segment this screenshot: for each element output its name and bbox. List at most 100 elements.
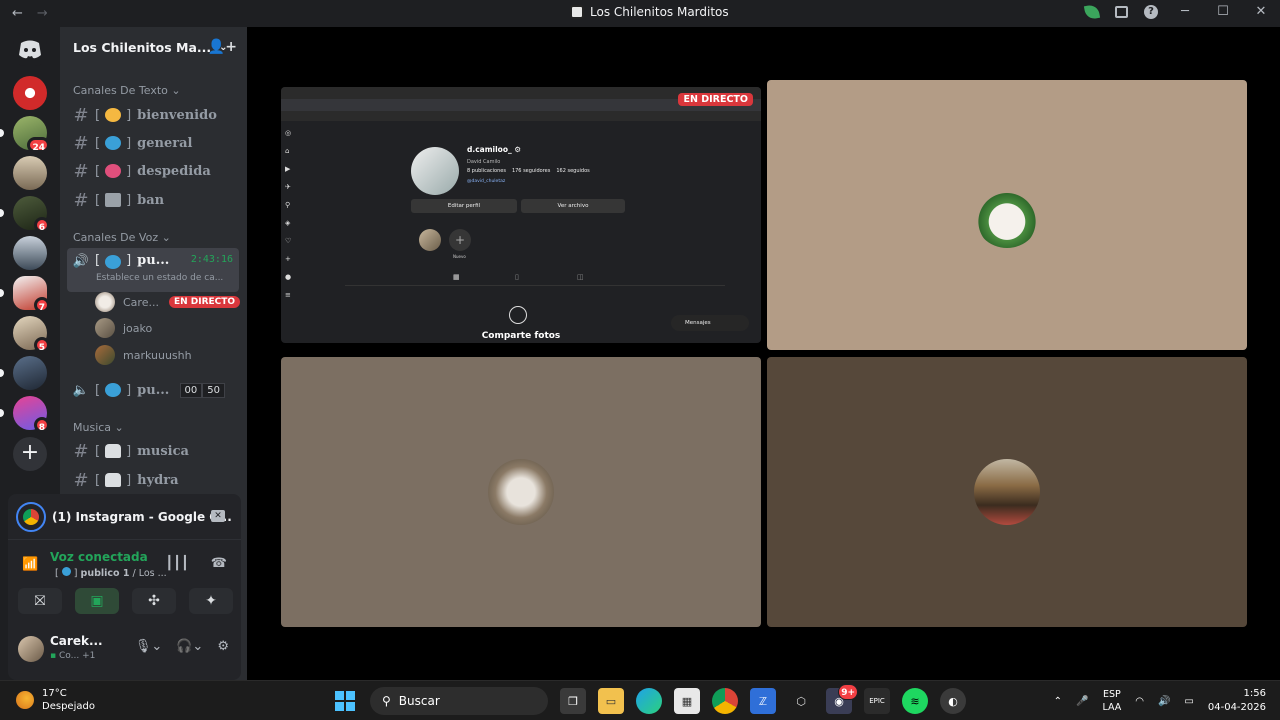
chrome-icon[interactable] bbox=[712, 688, 738, 714]
speaker-icon: 🔈 bbox=[72, 382, 90, 398]
channel-bienvenido[interactable]: # [] bienvenido bbox=[67, 101, 239, 129]
channel-hydra[interactable]: # [] hydra bbox=[67, 466, 239, 494]
weather-status: Despejado bbox=[42, 701, 95, 712]
guild-header[interactable]: Los Chilenitos Ma... ⌄ 👤+ bbox=[60, 27, 247, 67]
voice-user[interactable]: markuuushh bbox=[95, 344, 192, 366]
maximize-button[interactable]: ☐ bbox=[1212, 4, 1234, 19]
voice-user[interactable]: Care... EN DIRECTO bbox=[95, 291, 241, 313]
soundboard-button[interactable]: ✦ bbox=[189, 588, 233, 614]
server-icon-5[interactable] bbox=[13, 236, 47, 270]
volume-icon[interactable]: 🔊 bbox=[1158, 696, 1170, 707]
channel-general[interactable]: # [] general bbox=[67, 129, 239, 157]
discord-icon[interactable]: ◉ 9+ bbox=[826, 684, 858, 714]
weather-widget[interactable]: 17°C Despejado bbox=[16, 687, 95, 713]
inbox-icon[interactable] bbox=[1115, 5, 1128, 18]
participant-avatar bbox=[974, 182, 1040, 248]
avatar[interactable] bbox=[18, 636, 44, 662]
signal-icon[interactable]: 📶 bbox=[22, 557, 38, 572]
category-text[interactable]: Canales De Texto ⌄ bbox=[73, 84, 181, 97]
search-icon: ⚲ bbox=[382, 694, 391, 708]
guild-name: Los Chilenitos Ma... bbox=[73, 39, 212, 55]
server-icon-1[interactable] bbox=[13, 76, 47, 110]
channel-musica[interactable]: # [] musica bbox=[67, 437, 239, 465]
server-icon-4[interactable]: 6 bbox=[13, 196, 50, 233]
camera-off-button[interactable]: ⛝ bbox=[18, 588, 62, 614]
edge-icon[interactable] bbox=[636, 688, 662, 714]
chrome-icon bbox=[16, 501, 46, 532]
unity-icon[interactable]: ⬡ bbox=[788, 688, 814, 714]
forward-button[interactable]: → bbox=[37, 6, 48, 21]
minimize-button[interactable]: ─ bbox=[1174, 4, 1196, 19]
heart-icon: ♡ bbox=[285, 237, 292, 245]
obs-icon[interactable]: ◐ bbox=[940, 688, 966, 714]
language-indicator[interactable]: ESP LAA bbox=[1102, 688, 1121, 714]
back-button[interactable]: ← bbox=[12, 6, 23, 21]
channel-ban[interactable]: # [] ban bbox=[67, 186, 239, 214]
settings-gear-icon[interactable]: ⚙ bbox=[217, 639, 229, 654]
file-explorer-icon[interactable]: ▭ bbox=[598, 688, 624, 714]
server-badge: 8 bbox=[33, 417, 50, 433]
participant-avatar bbox=[488, 459, 554, 525]
menu-icon: ≡ bbox=[285, 291, 291, 299]
epic-games-icon[interactable]: EPIC bbox=[864, 688, 890, 714]
voice-user-name: joako bbox=[123, 321, 153, 335]
stream-preview[interactable]: (1) Instagram - Google C... ✕ bbox=[8, 494, 241, 540]
activities-button[interactable]: ✣ bbox=[132, 588, 176, 614]
store-icon[interactable]: ▦ bbox=[674, 688, 700, 714]
server-icon-6[interactable]: 7 bbox=[13, 276, 50, 313]
user-name[interactable]: Carek... bbox=[50, 634, 103, 648]
screen-share-button[interactable]: ▣ bbox=[75, 588, 119, 614]
bracket: ] bbox=[126, 163, 132, 179]
nitro-leaf-icon[interactable] bbox=[1083, 3, 1101, 20]
participant-tile-1[interactable] bbox=[767, 80, 1247, 350]
clock[interactable]: 1:56 04-04-2026 bbox=[1208, 687, 1266, 715]
microphone-icon[interactable]: 🎙⌄ bbox=[135, 639, 162, 654]
show-hidden-icons[interactable]: ⌃ bbox=[1054, 696, 1062, 707]
task-view-icon[interactable]: ❐ bbox=[560, 688, 586, 714]
help-icon[interactable]: ? bbox=[1144, 4, 1158, 19]
language-code: ESP bbox=[1102, 689, 1121, 700]
stop-stream-icon[interactable]: ✕ bbox=[211, 510, 225, 522]
title-bar: ← → Los Chilenitos Marditos ? ─ ☐ ✕ bbox=[0, 0, 1280, 27]
disconnect-icon[interactable]: ☎ bbox=[211, 556, 227, 571]
user-limit: 00 50 bbox=[179, 383, 225, 398]
editor-icon[interactable]: ℤ bbox=[750, 688, 776, 714]
voice-channel-active[interactable]: 🔊 [] pu... 2:43:16 Establece un estado d… bbox=[67, 248, 239, 292]
discord-home-button[interactable] bbox=[13, 32, 47, 66]
spotify-icon[interactable]: ≋ bbox=[902, 688, 928, 714]
server-icon-2[interactable]: 24 bbox=[13, 116, 50, 153]
noise-suppression-icon[interactable]: ┃┃┃ bbox=[165, 556, 188, 571]
hammer-icon bbox=[105, 193, 122, 207]
instagram-sidebar: ◎ ⌂ ▶ ✈ ⚲ ◈ ♡ + ● ≡ bbox=[285, 129, 297, 299]
category-voice[interactable]: Canales De Voz ⌄ bbox=[73, 231, 171, 244]
voice-stage: EN DIRECTO ◎ ⌂ ▶ ✈ ⚲ ◈ ♡ + ● ≡ d.camiloo… bbox=[247, 27, 1280, 680]
channel-despedida[interactable]: # [] despedida bbox=[67, 157, 239, 185]
server-icon-8[interactable] bbox=[13, 356, 47, 390]
add-server-button[interactable]: + bbox=[13, 437, 47, 471]
sparkles-icon bbox=[105, 108, 122, 122]
screen-share-icon: ▣ bbox=[90, 593, 104, 609]
globe-icon bbox=[61, 567, 71, 576]
set-status-prompt[interactable]: Establece un estado de ca... bbox=[96, 273, 236, 283]
headphones-icon[interactable]: 🎧⌄ bbox=[176, 639, 203, 654]
close-button[interactable]: ✕ bbox=[1250, 4, 1272, 19]
invite-icon[interactable]: 👤+ bbox=[208, 39, 237, 55]
server-icon-3[interactable] bbox=[13, 156, 47, 190]
voice-user[interactable]: joako bbox=[95, 317, 152, 339]
microphone-icon[interactable]: 🎤 bbox=[1076, 696, 1088, 707]
voice-channel-path[interactable]: [ ] publico 1 / Los ... bbox=[55, 567, 167, 579]
camera-icon bbox=[509, 306, 527, 324]
bracket: [ bbox=[95, 253, 101, 268]
screen-share-tile[interactable]: EN DIRECTO ◎ ⌂ ▶ ✈ ⚲ ◈ ♡ + ● ≡ d.camiloo… bbox=[281, 87, 761, 343]
voice-channel-2[interactable]: 🔈 [] pu... 00 50 bbox=[67, 376, 239, 404]
participant-tile-3[interactable] bbox=[767, 357, 1247, 627]
taskbar-search[interactable]: ⚲ Buscar bbox=[370, 687, 548, 715]
edit-profile-button: Editar perfil bbox=[411, 199, 517, 213]
start-button[interactable] bbox=[332, 688, 358, 714]
wifi-icon[interactable]: ◠ bbox=[1135, 696, 1144, 707]
battery-icon[interactable]: ▭ bbox=[1184, 696, 1193, 707]
server-icon-7[interactable]: 5 bbox=[13, 316, 50, 353]
category-music[interactable]: Musica ⌄ bbox=[73, 421, 124, 434]
participant-tile-2[interactable] bbox=[281, 357, 761, 627]
server-icon-9[interactable]: 8 bbox=[13, 396, 50, 433]
